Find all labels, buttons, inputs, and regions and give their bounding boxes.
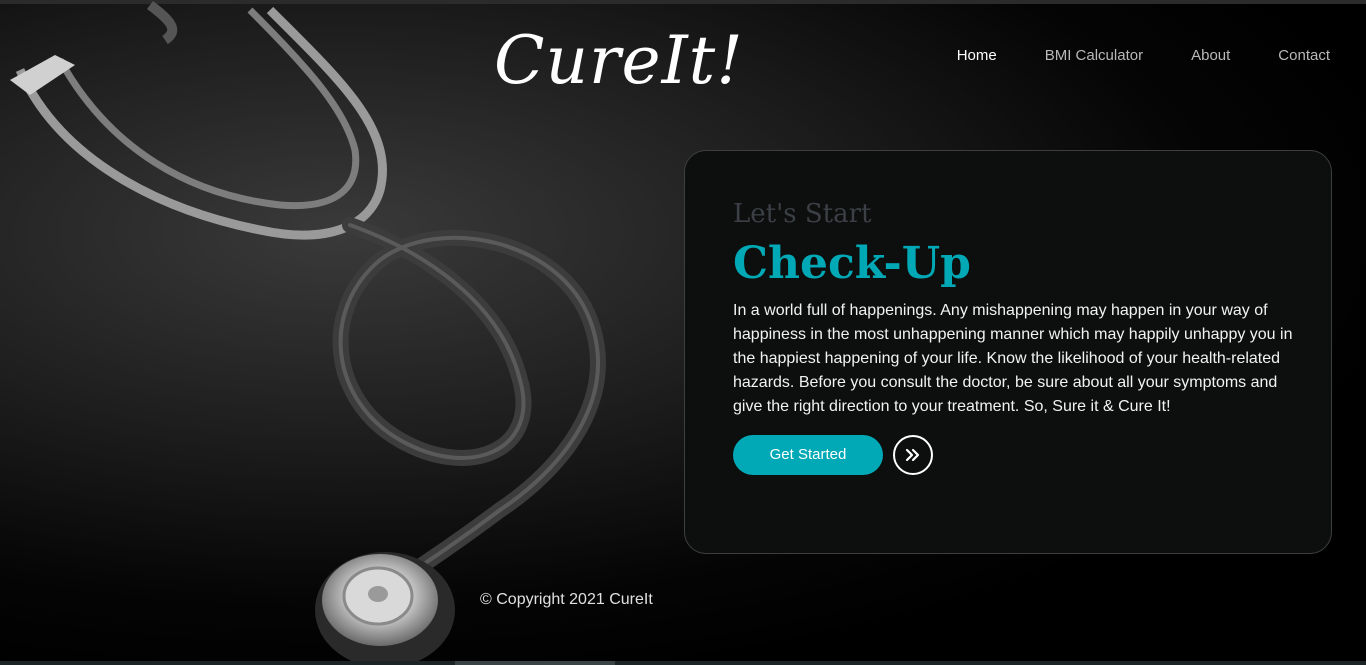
double-chevron-right-icon: [905, 448, 920, 461]
card-pretitle: Let's Start: [733, 199, 872, 229]
nav-item-home[interactable]: Home: [957, 47, 997, 64]
get-started-button[interactable]: Get Started: [733, 434, 883, 475]
stethoscope-background-image: [10, 1, 606, 665]
nav-item-about[interactable]: About: [1191, 47, 1230, 64]
logo[interactable]: CureIt!: [494, 28, 744, 94]
bottom-scrollbar[interactable]: [0, 661, 1366, 665]
checkup-card: Let's Start Check-Up In a world full of …: [684, 150, 1332, 554]
scrollbar-thumb[interactable]: [455, 661, 615, 665]
next-button[interactable]: [893, 434, 933, 475]
nav-item-contact[interactable]: Contact: [1278, 47, 1330, 64]
main-nav: Home BMI Calculator About Contact: [909, 47, 1330, 64]
page: CureIt! Home BMI Calculator About Contac…: [0, 0, 1366, 665]
card-actions: Get Started: [733, 434, 1283, 475]
card-description: In a world full of happenings. Any misha…: [733, 301, 1293, 415]
card-title: Check-Up: [733, 238, 971, 290]
nav-item-bmi-calculator[interactable]: BMI Calculator: [1045, 47, 1143, 64]
copyright-text: © Copyright 2021 CureIt: [480, 591, 653, 608]
